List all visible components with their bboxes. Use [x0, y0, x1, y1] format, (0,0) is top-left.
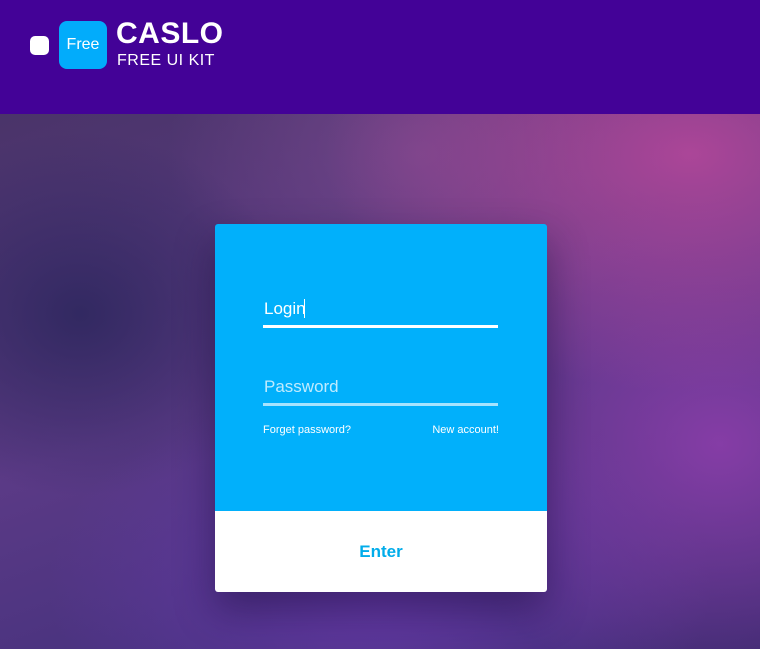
brand-title: CASLO [116, 17, 224, 50]
forgot-password-link[interactable]: Forget password? [263, 423, 351, 437]
login-card: Forget password? New account! Enter [215, 224, 547, 592]
login-underline [263, 325, 498, 328]
brand-subtitle: FREE UI KIT [117, 52, 215, 69]
password-input[interactable] [263, 375, 500, 399]
login-input[interactable] [263, 297, 500, 321]
enter-button[interactable]: Enter [215, 511, 547, 592]
text-caret [304, 299, 305, 318]
free-badge: Free [59, 21, 107, 69]
password-underline [263, 403, 498, 406]
app-header: Free CASLO FREE UI KIT [0, 0, 760, 114]
menu-dot-icon[interactable] [30, 36, 49, 55]
new-account-link[interactable]: New account! [432, 423, 499, 437]
enter-panel: Enter [215, 511, 547, 592]
login-form-panel: Forget password? New account! [215, 224, 547, 511]
